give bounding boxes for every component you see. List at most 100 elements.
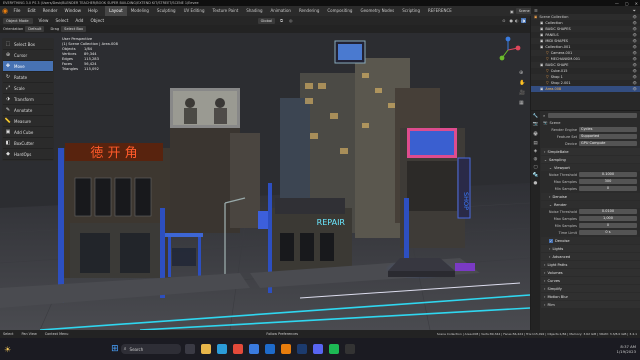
section-viewport[interactable]: ⌄ Viewport xyxy=(541,164,640,171)
section-denoise[interactable]: ✓ Denoise xyxy=(541,237,640,244)
menu-edit[interactable]: Edit xyxy=(24,6,39,16)
workspace-tab-rendering[interactable]: Rendering xyxy=(295,6,323,16)
drag-select[interactable]: Select Box xyxy=(61,26,87,32)
scene-props-icon[interactable]: ◈ xyxy=(534,149,537,154)
modifier-props-icon[interactable]: 🔩 xyxy=(533,173,539,178)
section-light-paths[interactable]: › Light Paths xyxy=(541,261,640,268)
tool-hardops[interactable]: ◆ HardOps xyxy=(3,149,53,160)
workspace-tab-scripting[interactable]: Scripting xyxy=(398,6,424,16)
weather-icon[interactable]: ☀ xyxy=(4,345,11,354)
search-icon[interactable]: ⌕ xyxy=(543,113,545,118)
maximize-button[interactable]: ▢ xyxy=(625,1,629,6)
edge-icon[interactable] xyxy=(216,344,227,354)
viewport-noise-threshold[interactable]: 0.1000 xyxy=(579,172,637,177)
workspace-tab-uv-editing[interactable]: UV Editing xyxy=(180,6,209,16)
section-viewport-denoise[interactable]: › Denoise xyxy=(541,193,640,200)
workspace-tab-reference[interactable]: REFERENCE xyxy=(424,6,456,16)
section-render[interactable]: ⌄ Render xyxy=(541,201,640,208)
workspace-tab-layout[interactable]: Layout xyxy=(105,6,127,16)
3d-viewport[interactable]: 徳 开 角 REPAIR SHOP xyxy=(0,33,530,330)
tool-boxcutter[interactable]: ◧ BoxCutter xyxy=(3,138,53,149)
properties-search[interactable] xyxy=(548,112,637,118)
section-motion-blur[interactable]: › Motion Blur xyxy=(541,293,640,300)
discord-icon[interactable] xyxy=(312,344,323,354)
overlay-icon[interactable]: ⊙ xyxy=(502,18,505,23)
file-explorer-icon[interactable] xyxy=(200,344,211,354)
grid-icon[interactable]: ▦ xyxy=(519,100,525,106)
transform-orientation[interactable]: Global xyxy=(257,17,276,24)
section-simplebake[interactable]: › SimpleBake xyxy=(541,148,640,155)
close-button[interactable]: ✕ xyxy=(635,1,638,6)
workspace-tab-texture-paint[interactable]: Texture Paint xyxy=(208,6,242,16)
tool-transform[interactable]: ⬗ Transform xyxy=(3,94,53,105)
object-props-icon[interactable]: ▢ xyxy=(533,165,537,170)
section-volumes[interactable]: › Volumes xyxy=(541,269,640,276)
menu-add[interactable]: Add xyxy=(72,16,87,26)
menu-object[interactable]: Object xyxy=(87,16,108,26)
menu-help[interactable]: Help xyxy=(85,6,102,16)
section-film[interactable]: › Film xyxy=(541,301,640,308)
tool-scale[interactable]: ⤢ Scale xyxy=(3,83,53,94)
taskbar-search[interactable]: ⌕ Search xyxy=(120,344,181,354)
clock[interactable]: 8:37 AM 1/19/2023 xyxy=(617,344,636,354)
zoom-icon[interactable]: ⊕ xyxy=(519,70,525,76)
filter-icon[interactable]: ⏷ xyxy=(633,8,636,13)
task-view-icon[interactable] xyxy=(184,344,195,354)
tool-add-cube[interactable]: ▣ Add Cube xyxy=(3,127,53,138)
section-lights[interactable]: › Lights xyxy=(541,245,640,252)
workspace-tab-modeling[interactable]: Modeling xyxy=(127,6,153,16)
chrome-icon[interactable] xyxy=(232,344,243,354)
render-min-samples[interactable]: 0 xyxy=(579,223,637,228)
render-noise-threshold[interactable]: 0.0100 xyxy=(579,209,637,214)
render-max-samples[interactable]: 1,000 xyxy=(579,216,637,221)
world-props-icon[interactable]: ◍ xyxy=(534,157,538,162)
section-sampling[interactable]: ⌄ Sampling xyxy=(541,156,640,163)
blender-app-icon[interactable] xyxy=(280,344,291,354)
view-layer-icon[interactable]: ▤ xyxy=(533,141,537,146)
blender-logo-icon[interactable]: ◉ xyxy=(0,6,10,16)
camera-view-icon[interactable]: 🎥 xyxy=(519,90,525,96)
tool-rotate[interactable]: ↻ Rotate xyxy=(3,72,53,83)
render-engine-select[interactable]: Cycles xyxy=(579,127,637,132)
render-props-icon[interactable]: 📷 xyxy=(533,122,539,127)
shading-rendered-icon[interactable]: ◑ xyxy=(520,18,526,23)
tool-measure[interactable]: 📏 Measure xyxy=(3,116,53,127)
workspace-tab-geometry-nodes[interactable]: Geometry Nodes xyxy=(356,6,398,16)
feature-set-select[interactable]: Supported xyxy=(579,134,637,139)
device-select[interactable]: GPU Compute xyxy=(579,141,637,146)
tool-select-box[interactable]: ⬚ Select Box xyxy=(3,39,53,50)
minimize-button[interactable]: — xyxy=(615,1,619,6)
workspace-tab-sculpting[interactable]: Sculpting xyxy=(153,6,180,16)
workspace-tab-animation[interactable]: Animation xyxy=(267,6,295,16)
section-simplify[interactable]: › Simplify xyxy=(541,285,640,292)
material-props-icon[interactable]: ● xyxy=(534,181,538,186)
tool-annotate[interactable]: ✎ Annotate xyxy=(3,105,53,116)
workspace-tab-shading[interactable]: Shading xyxy=(242,6,266,16)
workspace-tab-compositing[interactable]: Compositing xyxy=(323,6,356,16)
spotify-icon[interactable] xyxy=(328,344,339,354)
menu-window[interactable]: Window xyxy=(61,6,85,16)
viewport-max-samples[interactable]: 300 xyxy=(579,179,637,184)
render-time-limit[interactable]: 0 s xyxy=(579,230,637,235)
visibility-eye-icon[interactable]: 👁 xyxy=(633,86,637,92)
shading-material-icon[interactable]: ◐ xyxy=(515,18,519,23)
start-icon[interactable]: ⊞ xyxy=(111,344,119,354)
menu-view[interactable]: View xyxy=(35,16,52,26)
navigation-gizmo[interactable] xyxy=(494,36,522,64)
obs-icon[interactable] xyxy=(344,344,355,354)
mail-icon[interactable] xyxy=(264,344,275,354)
outliner-row[interactable]: ▣ Area.008 👁 xyxy=(531,86,640,92)
mode-select[interactable]: Object Mode xyxy=(3,17,33,24)
photoshop-icon[interactable] xyxy=(296,344,307,354)
orientation-select[interactable]: Default xyxy=(25,26,45,32)
tool-cursor[interactable]: ⊕ Cursor xyxy=(3,50,53,61)
proportional-icon[interactable]: ◎ xyxy=(289,18,293,23)
menu-select[interactable]: Select xyxy=(52,16,72,26)
section-curves[interactable]: › Curves xyxy=(541,277,640,284)
viewport-min-samples[interactable]: 0 xyxy=(579,186,637,191)
tool-move[interactable]: ✥ Move xyxy=(3,61,53,72)
store-icon[interactable] xyxy=(248,344,259,354)
snap-icon[interactable]: ⧉ xyxy=(280,18,283,23)
output-props-icon[interactable]: 🖶 xyxy=(533,130,537,138)
menu-render[interactable]: Render xyxy=(39,6,61,16)
